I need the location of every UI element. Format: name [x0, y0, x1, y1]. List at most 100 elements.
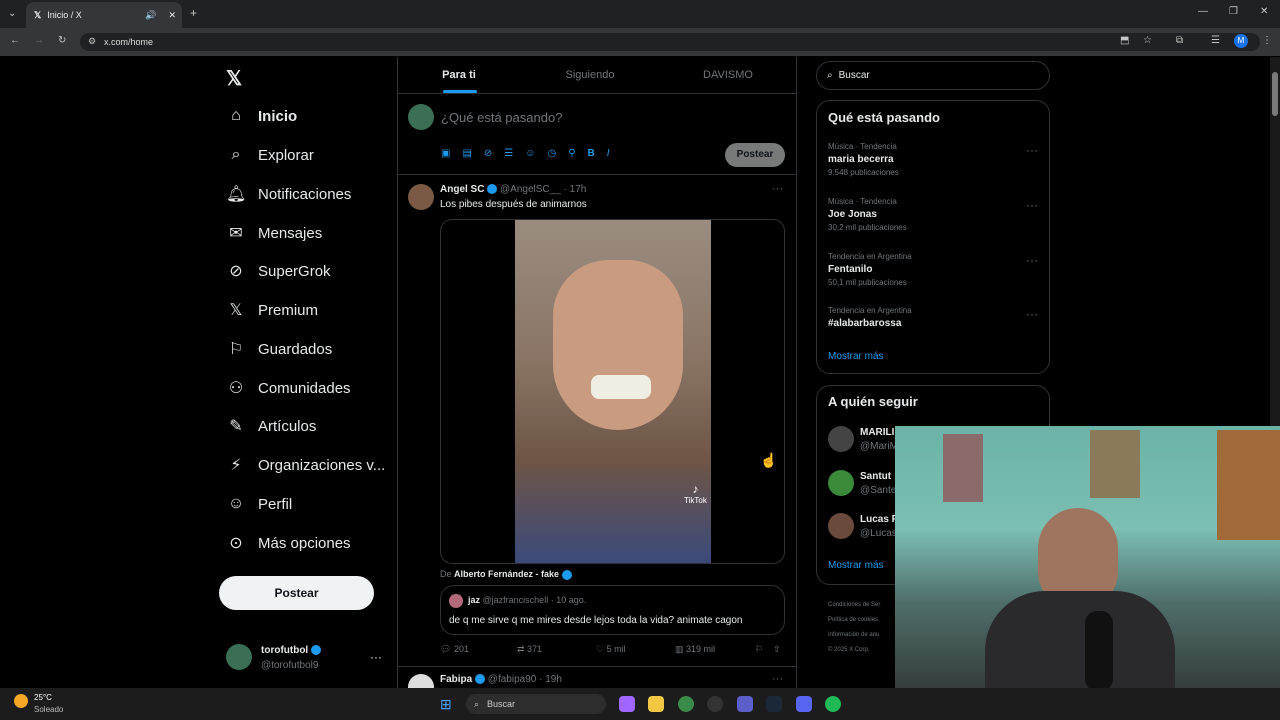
- next-tweet-handle[interactable]: @fabipa90: [488, 674, 537, 685]
- weather-icon[interactable]: [14, 694, 28, 708]
- italic-icon[interactable]: I: [607, 148, 610, 159]
- follow-avatar[interactable]: [828, 470, 854, 496]
- composer-input[interactable]: ¿Qué está pasando?: [441, 110, 562, 125]
- trend-item[interactable]: Tendencia en Argentina #alabarbarossa: [828, 306, 1040, 329]
- x-logo-icon[interactable]: 𝕏: [226, 66, 242, 91]
- source-name[interactable]: Alberto Fernández - fake: [454, 569, 559, 579]
- trend-item[interactable]: Tendencia en Argentina Fentanilo 50,1 mi…: [828, 252, 1040, 287]
- follow-name[interactable]: Santut: [860, 471, 891, 482]
- footer-link[interactable]: Política de cookies: [828, 613, 880, 628]
- gif-icon[interactable]: ▤: [462, 148, 471, 159]
- image-icon[interactable]: ▣: [441, 148, 450, 159]
- trend-more-icon[interactable]: ···: [1026, 143, 1038, 157]
- teams-icon[interactable]: [737, 696, 753, 712]
- forward-icon[interactable]: →: [34, 35, 44, 46]
- scrollbar-thumb[interactable]: [1272, 72, 1278, 116]
- trend-more-icon[interactable]: ···: [1026, 198, 1038, 212]
- close-window-icon[interactable]: ✕: [1260, 6, 1268, 17]
- reading-list-icon[interactable]: ☰: [1211, 35, 1220, 46]
- spotify-icon[interactable]: [825, 696, 841, 712]
- tab-for-you[interactable]: Para ti: [398, 57, 520, 93]
- retweet-button[interactable]: ⇄ 371: [517, 644, 596, 655]
- steam-icon[interactable]: [766, 696, 782, 712]
- trend-item[interactable]: Música · Tendencia maria becerra 9.548 p…: [828, 142, 1040, 177]
- tab-davismo[interactable]: DAVISMO: [660, 57, 796, 93]
- windows-start-icon[interactable]: ⊞: [440, 696, 452, 713]
- nav-articles[interactable]: ✎ Artículos: [226, 411, 316, 441]
- emoji-icon[interactable]: ☺: [525, 148, 535, 159]
- grok-icon[interactable]: ⊘: [484, 148, 492, 159]
- trend-more-icon[interactable]: ···: [1026, 307, 1038, 321]
- nav-organizations[interactable]: ⚡︎ Organizaciones v...: [226, 450, 385, 480]
- extensions-icon[interactable]: ⧉: [1176, 35, 1183, 46]
- tab-following[interactable]: Siguiendo: [520, 57, 660, 93]
- poll-icon[interactable]: ☰: [504, 148, 513, 159]
- reload-icon[interactable]: ↻: [58, 35, 66, 46]
- footer-link[interactable]: Condiciones de Ser: [828, 598, 880, 613]
- schedule-icon[interactable]: ◷: [547, 148, 556, 159]
- trend-item[interactable]: Música · Tendencia Joe Jonas 30,2 mil pu…: [828, 197, 1040, 232]
- nav-explore[interactable]: ⌕ Explorar: [226, 140, 314, 170]
- nav-profile[interactable]: ☺ Perfil: [226, 489, 292, 519]
- nav-communities[interactable]: ⚇ Comunidades: [226, 373, 351, 403]
- trend-more-icon[interactable]: ···: [1026, 253, 1038, 267]
- nav-more[interactable]: ⊙ Más opciones: [226, 528, 350, 558]
- like-button[interactable]: ♡ 5 mil: [596, 644, 675, 655]
- bookmark-star-icon[interactable]: ☆: [1143, 35, 1152, 46]
- bookmark-icon[interactable]: ⚐: [755, 644, 773, 655]
- quoted-tweet[interactable]: jaz @jazfrancischell · 10 ago. de q me s…: [440, 585, 785, 635]
- account-avatar[interactable]: [226, 644, 252, 670]
- share-icon[interactable]: ⇧: [773, 644, 781, 655]
- tweet-more-icon[interactable]: ···: [772, 183, 783, 195]
- views-button[interactable]: ▥ 319 mil: [675, 644, 755, 655]
- next-tweet-more-icon[interactable]: ···: [772, 673, 783, 685]
- tweet-video[interactable]: ♪ TikTok: [440, 219, 785, 564]
- tab-audio-icon[interactable]: 🔊: [145, 10, 156, 21]
- follow-name[interactable]: Lucas R: [860, 514, 899, 525]
- nav-premium[interactable]: 𝕏 Premium: [226, 295, 318, 325]
- browser-tab[interactable]: 𝕏 Inicio / X 🔊 ✕: [26, 2, 182, 28]
- follow-avatar[interactable]: [828, 513, 854, 539]
- chrome-icon[interactable]: [678, 696, 694, 712]
- post-button[interactable]: Postear: [219, 576, 374, 610]
- next-tweet-time[interactable]: · 19h: [539, 674, 562, 685]
- tab-search-icon[interactable]: ⌄: [8, 8, 16, 19]
- copilot-icon[interactable]: [619, 696, 635, 712]
- next-tweet-author[interactable]: Fabipa: [440, 674, 472, 685]
- reply-button[interactable]: 💬︎ 201: [440, 644, 517, 655]
- browser-menu-icon[interactable]: ⋮: [1262, 35, 1272, 46]
- tweet-time[interactable]: · 17h: [564, 184, 587, 195]
- account-menu-icon[interactable]: ···: [370, 650, 382, 664]
- location-icon[interactable]: ⚲: [568, 148, 575, 159]
- back-icon[interactable]: ←: [10, 35, 20, 46]
- weather-temp[interactable]: 25°C: [34, 693, 52, 702]
- install-icon[interactable]: ⬒: [1120, 35, 1129, 46]
- trends-show-more[interactable]: Mostrar más: [828, 351, 884, 362]
- file-explorer-icon[interactable]: [648, 696, 664, 712]
- new-tab-icon[interactable]: +: [190, 6, 197, 20]
- minimize-icon[interactable]: —: [1198, 6, 1208, 17]
- url-field[interactable]: x.com/home: [80, 33, 1260, 51]
- nav-home[interactable]: ⌂ Inicio: [226, 101, 297, 131]
- footer-link[interactable]: Información de anu: [828, 628, 880, 643]
- tweet-author[interactable]: Angel SC: [440, 184, 484, 195]
- nav-bookmarks[interactable]: ⚐ Guardados: [226, 334, 332, 364]
- restore-icon[interactable]: ❐: [1229, 6, 1238, 17]
- composer-post-button[interactable]: Postear: [725, 143, 785, 167]
- account-name[interactable]: torofutbol: [261, 645, 321, 656]
- tab-close-icon[interactable]: ✕: [168, 10, 176, 21]
- discord-icon[interactable]: [796, 696, 812, 712]
- app-icon[interactable]: [707, 696, 723, 712]
- follow-name[interactable]: MARILI: [860, 427, 894, 438]
- taskbar-search[interactable]: ⌕ Buscar: [466, 694, 606, 714]
- tweet-avatar[interactable]: [408, 184, 434, 210]
- site-info-icon[interactable]: ⚙: [88, 36, 96, 47]
- bold-icon[interactable]: B: [588, 148, 595, 159]
- nav-messages[interactable]: ✉ Mensajes: [226, 218, 322, 248]
- follow-show-more[interactable]: Mostrar más: [828, 560, 884, 571]
- search-input[interactable]: ⌕ Buscar: [816, 61, 1050, 90]
- nav-supergrok[interactable]: ⊘ SuperGrok: [226, 256, 330, 286]
- tweet-handle[interactable]: @AngelSC__: [500, 184, 561, 195]
- profile-avatar[interactable]: M: [1234, 34, 1248, 48]
- follow-avatar[interactable]: [828, 426, 854, 452]
